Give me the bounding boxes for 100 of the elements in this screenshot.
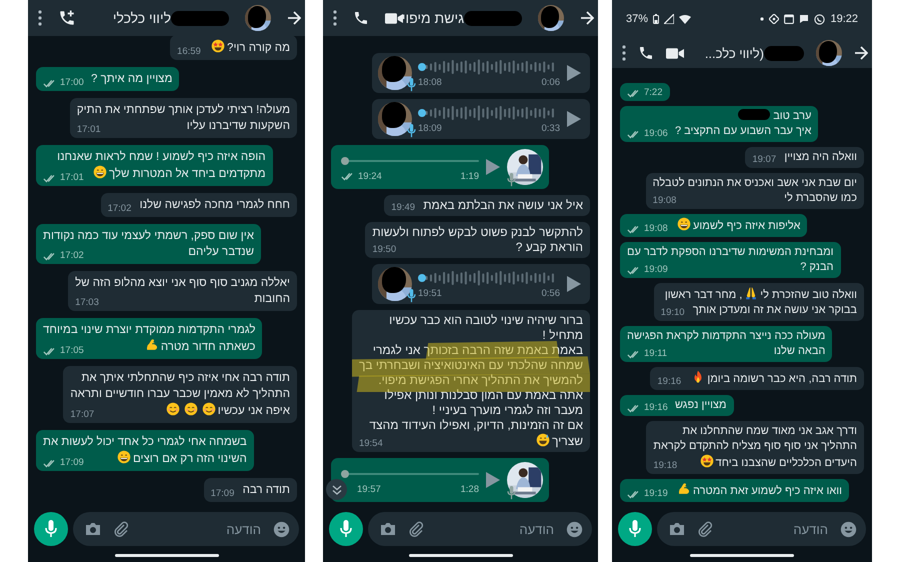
play-icon[interactable] xyxy=(566,275,582,293)
message-time: 19:08 xyxy=(644,223,668,235)
message-time: 19:11 xyxy=(644,348,668,360)
message-time: 17:00 xyxy=(60,77,84,89)
camera-icon[interactable] xyxy=(380,522,396,536)
double-chevron-icon xyxy=(332,484,342,494)
paperclip-icon[interactable] xyxy=(113,521,129,537)
message-text: מה קורה רוי? xyxy=(227,41,290,56)
message-text: הבנק ? xyxy=(800,260,834,275)
message-time: 19:19 xyxy=(644,488,668,500)
voice-record-button[interactable] xyxy=(329,512,363,546)
voice-record-button[interactable] xyxy=(34,512,68,546)
message-text: שמחה שהלכתי עם האינטואיציה ושבחרתי בך xyxy=(358,358,583,373)
calendar-icon xyxy=(784,14,794,24)
play-icon[interactable] xyxy=(485,471,501,489)
message-text: מעולה! רציתי לעדכן אותך שפתחתי את התיק xyxy=(76,102,290,118)
microphone-icon xyxy=(629,520,641,538)
message-input[interactable]: הודעה xyxy=(436,519,554,539)
message-text: הוראת קבע ? xyxy=(516,240,583,255)
message-text: מעולה ככה נייצר התקדמות לקראת הפגישה xyxy=(627,329,826,344)
message-text: וואלה טוב שהזכרת לי xyxy=(760,288,857,303)
message-text: להמשיך את התהליך אחרי הפגישת מיפוי. xyxy=(378,373,583,388)
clock-time: 19:22 xyxy=(830,13,858,25)
message-input[interactable]: הודעה xyxy=(725,519,828,539)
sweat-emoji-icon xyxy=(536,433,550,447)
message-input[interactable]: הודעה xyxy=(141,519,261,539)
emoji-icon[interactable] xyxy=(273,520,290,538)
back-arrow-icon[interactable] xyxy=(580,11,594,25)
playback-thumb[interactable] xyxy=(418,274,426,282)
message-text: איפה אני עכשיו xyxy=(218,404,290,419)
message-field[interactable]: הודעה xyxy=(368,512,592,546)
microphone-icon xyxy=(507,173,516,187)
contact-name[interactable]: ליווי כלכלי xyxy=(112,10,171,26)
message-time: 17:01 xyxy=(60,172,84,184)
menu-icon[interactable] xyxy=(622,45,626,61)
message-text: תודה רבה אחי איזה כיף שהתחלתי איתך את xyxy=(81,370,290,386)
menu-icon[interactable] xyxy=(38,10,42,26)
message-text: חחח לגמרי מחכה לפגישה שלנו xyxy=(140,198,290,213)
message-text: ודרך אגב אני מאוד שמח שהתחלנו את xyxy=(682,424,857,439)
message-text: תודה רבה xyxy=(242,483,290,498)
smiling-emoji-icon xyxy=(202,402,216,416)
message-text: כמו שהסברת לי xyxy=(784,191,857,206)
microphone-icon xyxy=(340,520,352,538)
message-time: 17:07 xyxy=(70,409,94,421)
message-time: 18:08 xyxy=(418,76,442,88)
voice-duration: 0:33 xyxy=(542,122,560,134)
contact-name[interactable]: גישת מיפוי xyxy=(402,10,464,26)
message-text: איך עבר השבוע עם התקציב ? xyxy=(675,124,812,139)
scroll-down-button[interactable] xyxy=(326,479,347,500)
chat-icon xyxy=(799,14,810,24)
message-text: , מחר דבר ראשון xyxy=(664,288,742,303)
message-field[interactable]: הודעה xyxy=(657,512,866,546)
voice-duration: 1:28 xyxy=(460,484,479,496)
phone-icon[interactable] xyxy=(353,10,369,26)
message-text: שנדבר עליהם xyxy=(188,244,254,260)
battery-icon xyxy=(653,14,660,24)
message-time: 19:16 xyxy=(644,402,668,414)
camera-icon[interactable] xyxy=(85,522,101,536)
message-text: יאללה מגניב סוף סוף אני יוצא מהלופ הזה של xyxy=(75,276,290,291)
back-arrow-icon[interactable] xyxy=(854,46,868,60)
paperclip-icon[interactable] xyxy=(408,521,424,537)
message-field[interactable]: הודעה xyxy=(73,512,299,546)
play-icon[interactable] xyxy=(566,110,582,128)
voice-record-button[interactable] xyxy=(618,512,652,546)
playback-thumb[interactable] xyxy=(418,108,426,116)
playback-thumb[interactable] xyxy=(341,156,349,164)
video-call-icon[interactable] xyxy=(666,46,684,60)
emoji-icon[interactable] xyxy=(840,520,857,538)
video-call-icon[interactable] xyxy=(385,12,403,24)
add-call-icon[interactable] xyxy=(58,9,76,27)
camera-icon[interactable] xyxy=(669,522,685,536)
message-text: אין שום ספק, רשמתי לעצמי עוד כמה נקודות xyxy=(43,228,254,244)
message-text: כשאתה חדור מטרה xyxy=(160,340,256,355)
paperclip-icon[interactable] xyxy=(697,521,713,537)
message-time: 17:03 xyxy=(75,297,99,309)
play-icon[interactable] xyxy=(566,64,582,82)
back-arrow-icon[interactable] xyxy=(287,11,301,25)
microphone-icon xyxy=(45,520,57,538)
message-time: 19:51 xyxy=(418,288,442,300)
emoji-icon[interactable] xyxy=(566,520,583,538)
grinning-emoji-icon xyxy=(677,217,691,231)
message-time: 19:50 xyxy=(372,244,396,256)
message-time: 16:59 xyxy=(177,46,201,58)
menu-icon[interactable] xyxy=(333,10,337,26)
message-app-icon xyxy=(814,14,826,24)
microphone-icon xyxy=(507,486,516,500)
message-time: 19:18 xyxy=(653,460,678,472)
playback-thumb[interactable] xyxy=(341,470,349,478)
phone-icon[interactable] xyxy=(638,45,654,61)
contact-name[interactable]: (ליווי כלכ... xyxy=(704,46,764,60)
grinning-emoji-icon xyxy=(93,165,107,179)
flexed-arm-emoji-icon xyxy=(144,338,159,352)
play-icon[interactable] xyxy=(485,158,501,176)
message-text: החובות xyxy=(254,292,290,307)
message-text: בבוקר אני עושה את זה ומעדכן אותך xyxy=(692,303,857,318)
playback-thumb[interactable] xyxy=(418,62,426,70)
message-text: אם זה הזמינות, הדיוק, ואפילו העידוד מהצד xyxy=(369,418,583,433)
message-text: אתה באמת עם המון סבלנות ונותן אפילו xyxy=(384,388,583,403)
message-time: 19:24 xyxy=(358,170,382,182)
message-time: 19:10 xyxy=(660,307,685,319)
